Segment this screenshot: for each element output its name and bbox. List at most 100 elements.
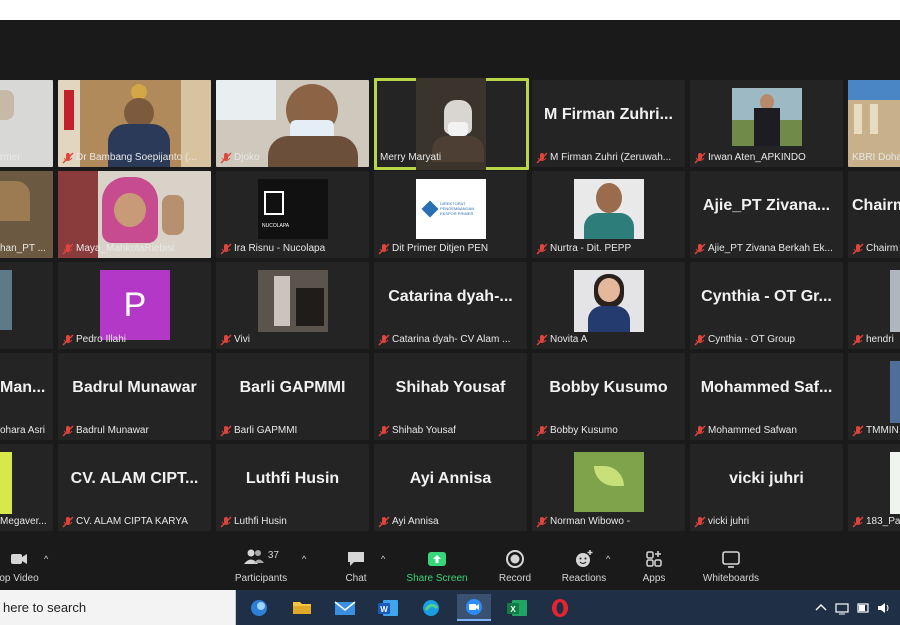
- participant-tile[interactable]: Catarina dyah-... Catarina dyah- CV Alam…: [374, 262, 527, 349]
- participant-tile[interactable]: Mohammed Saf... Mohammed Safwan: [690, 353, 843, 440]
- participant-tile[interactable]: Megaver...: [0, 444, 53, 531]
- speaker-icon[interactable]: [876, 600, 892, 616]
- participant-tile[interactable]: Norman Wibowo -: [532, 444, 685, 531]
- participant-tile[interactable]: Irwan Aten_APKINDO: [690, 80, 843, 167]
- reactions-options-caret-icon[interactable]: ^: [606, 554, 610, 564]
- participant-name: Ajie_PT Zivana Berkah Ek...: [692, 242, 839, 256]
- participant-tile[interactable]: hendri: [848, 262, 900, 349]
- mic-muted-icon: [220, 152, 232, 164]
- whiteboards-button[interactable]: Whiteboards: [698, 548, 764, 588]
- smiley-plus-icon: [576, 550, 593, 567]
- participant-name: Vivi: [218, 333, 365, 347]
- participant-tile[interactable]: Djoko: [216, 80, 369, 167]
- taskbar-zoom[interactable]: [457, 594, 491, 621]
- apps-button[interactable]: Apps: [636, 548, 672, 588]
- participant-tile[interactable]: 183_Pa: [848, 444, 900, 531]
- participant-display-name: Shihab Yousaf: [395, 379, 506, 396]
- reactions-button[interactable]: Reactions: [559, 548, 609, 588]
- windows-taskbar: here to search W X: [0, 590, 900, 625]
- participant-tile[interactable]: han_PT ...: [0, 171, 53, 258]
- participant-tile[interactable]: Ajie_PT Zivana... Ajie_PT Zivana Berkah …: [690, 171, 843, 258]
- chat-button[interactable]: Chat: [336, 548, 376, 588]
- participant-display-name: vicki juhri: [729, 470, 804, 487]
- mic-muted-icon: [220, 425, 232, 437]
- mic-muted-icon: [852, 243, 864, 255]
- participant-display-name: Bobby Kusumo: [549, 379, 668, 396]
- video-options-caret-icon[interactable]: ^: [44, 554, 48, 564]
- apps-icon: [646, 551, 662, 567]
- participant-name: Badrul Munawar: [60, 424, 207, 438]
- participant-tile[interactable]: Ayi Annisa Ayi Annisa: [374, 444, 527, 531]
- record-button[interactable]: Record: [493, 548, 537, 588]
- participant-name: Mohammed Safwan: [692, 424, 839, 438]
- participants-options-caret-icon[interactable]: ^: [302, 554, 306, 564]
- participant-name: han_PT ...: [0, 243, 46, 254]
- participant-tile[interactable]: Dr Bambang Soepijanto (...: [58, 80, 211, 167]
- participant-tile[interactable]: Luthfi Husin Luthfi Husin: [216, 444, 369, 531]
- participant-tile[interactable]: Barli GAPMMI Barli GAPMMI: [216, 353, 369, 440]
- folder-icon: [293, 602, 311, 614]
- mic-muted-icon: [378, 243, 390, 255]
- participant-name: Pedro Illahi: [60, 333, 207, 347]
- participant-tile[interactable]: Bobby Kusumo Bobby Kusumo: [532, 353, 685, 440]
- share-screen-icon: [428, 552, 446, 566]
- taskbar-search-box[interactable]: here to search: [0, 590, 236, 625]
- person-body: [588, 306, 630, 332]
- participant-tile[interactable]: vicki juhri vicki juhri: [690, 444, 843, 531]
- taskbar-word[interactable]: W: [371, 594, 405, 621]
- participant-tile[interactable]: [0, 262, 53, 349]
- chevron-up-icon[interactable]: [814, 600, 828, 616]
- participant-tile[interactable]: Shihab Yousaf Shihab Yousaf: [374, 353, 527, 440]
- participant-name: Luthfi Husin: [218, 515, 365, 529]
- taskbar-file-explorer[interactable]: [285, 594, 319, 621]
- mic-muted-icon: [694, 334, 706, 346]
- participant-name: KBRI Doha: [852, 152, 900, 163]
- mic-muted-icon: [536, 516, 548, 528]
- participant-tile[interactable]: KBRI Doha: [848, 80, 900, 167]
- taskbar-app-edge-beta[interactable]: [242, 594, 276, 621]
- share-screen-button[interactable]: Share Screen: [404, 548, 470, 588]
- battery-icon[interactable]: [856, 600, 870, 616]
- direktorat-logo: DIREKTORAT PENGEMBANGAN EKSPOR PRIMER: [416, 179, 486, 239]
- participants-button[interactable]: 37 Participants: [229, 548, 293, 588]
- participant-name: Maya_MahkotaRiebisi: [60, 242, 207, 256]
- participant-name: hendri: [850, 333, 900, 347]
- participant-tile[interactable]: Chairm Chairm: [848, 171, 900, 258]
- participant-tile[interactable]: Man... ohara Asri: [0, 353, 53, 440]
- chat-options-caret-icon[interactable]: ^: [381, 554, 385, 564]
- svg-text:W: W: [380, 605, 388, 614]
- participant-tile[interactable]: Badrul Munawar Badrul Munawar: [58, 353, 211, 440]
- participant-tile[interactable]: NUCOLAPA Ira Risnu - Nucolapa: [216, 171, 369, 258]
- taskbar-edge[interactable]: [414, 594, 448, 621]
- participant-tile[interactable]: Nurtra - Dit. PEPP: [532, 171, 685, 258]
- participant-tile[interactable]: Vivi: [216, 262, 369, 349]
- mic-muted-icon: [694, 425, 706, 437]
- participant-display-name: Catarina dyah-...: [388, 288, 513, 305]
- person-head: [596, 183, 622, 213]
- profile-photo: [0, 452, 12, 514]
- logo-text: NUCOLAPA: [262, 223, 290, 229]
- apps-label: Apps: [642, 573, 666, 584]
- network-icon[interactable]: [834, 600, 850, 616]
- participant-tile[interactable]: Novita A: [532, 262, 685, 349]
- stop-video-button[interactable]: op Video: [0, 548, 44, 588]
- building-column: [854, 104, 862, 134]
- participant-tile-active-speaker[interactable]: Merry Maryati: [374, 78, 529, 170]
- participants-icon-group: 37: [229, 548, 293, 570]
- person-silhouette: [0, 90, 14, 120]
- participant-tile[interactable]: Maya_MahkotaRiebisi: [58, 171, 211, 258]
- participant-name: ohara Asri: [0, 425, 46, 436]
- participant-tile[interactable]: P Pedro Illahi: [58, 262, 211, 349]
- participant-tile[interactable]: rmer: [0, 80, 53, 167]
- taskbar-opera[interactable]: [543, 594, 577, 621]
- taskbar-mail[interactable]: [328, 594, 362, 621]
- participant-tile[interactable]: CV. ALAM CIPT... CV. ALAM CIPTA KARYA: [58, 444, 211, 531]
- participant-tile[interactable]: Cynthia - OT Gr... Cynthia - OT Group: [690, 262, 843, 349]
- participant-tile[interactable]: M Firman Zuhri... M Firman Zuhri (Zeruwa…: [532, 80, 685, 167]
- taskbar-excel[interactable]: X: [500, 594, 534, 621]
- participant-tile[interactable]: TMMIN: [848, 353, 900, 440]
- participant-tile[interactable]: DIREKTORAT PENGEMBANGAN EKSPOR PRIMER Di…: [374, 171, 527, 258]
- participant-display-name: Ajie_PT Zivana...: [702, 197, 831, 214]
- mic-muted-icon: [62, 516, 74, 528]
- mic-muted-icon: [62, 243, 74, 255]
